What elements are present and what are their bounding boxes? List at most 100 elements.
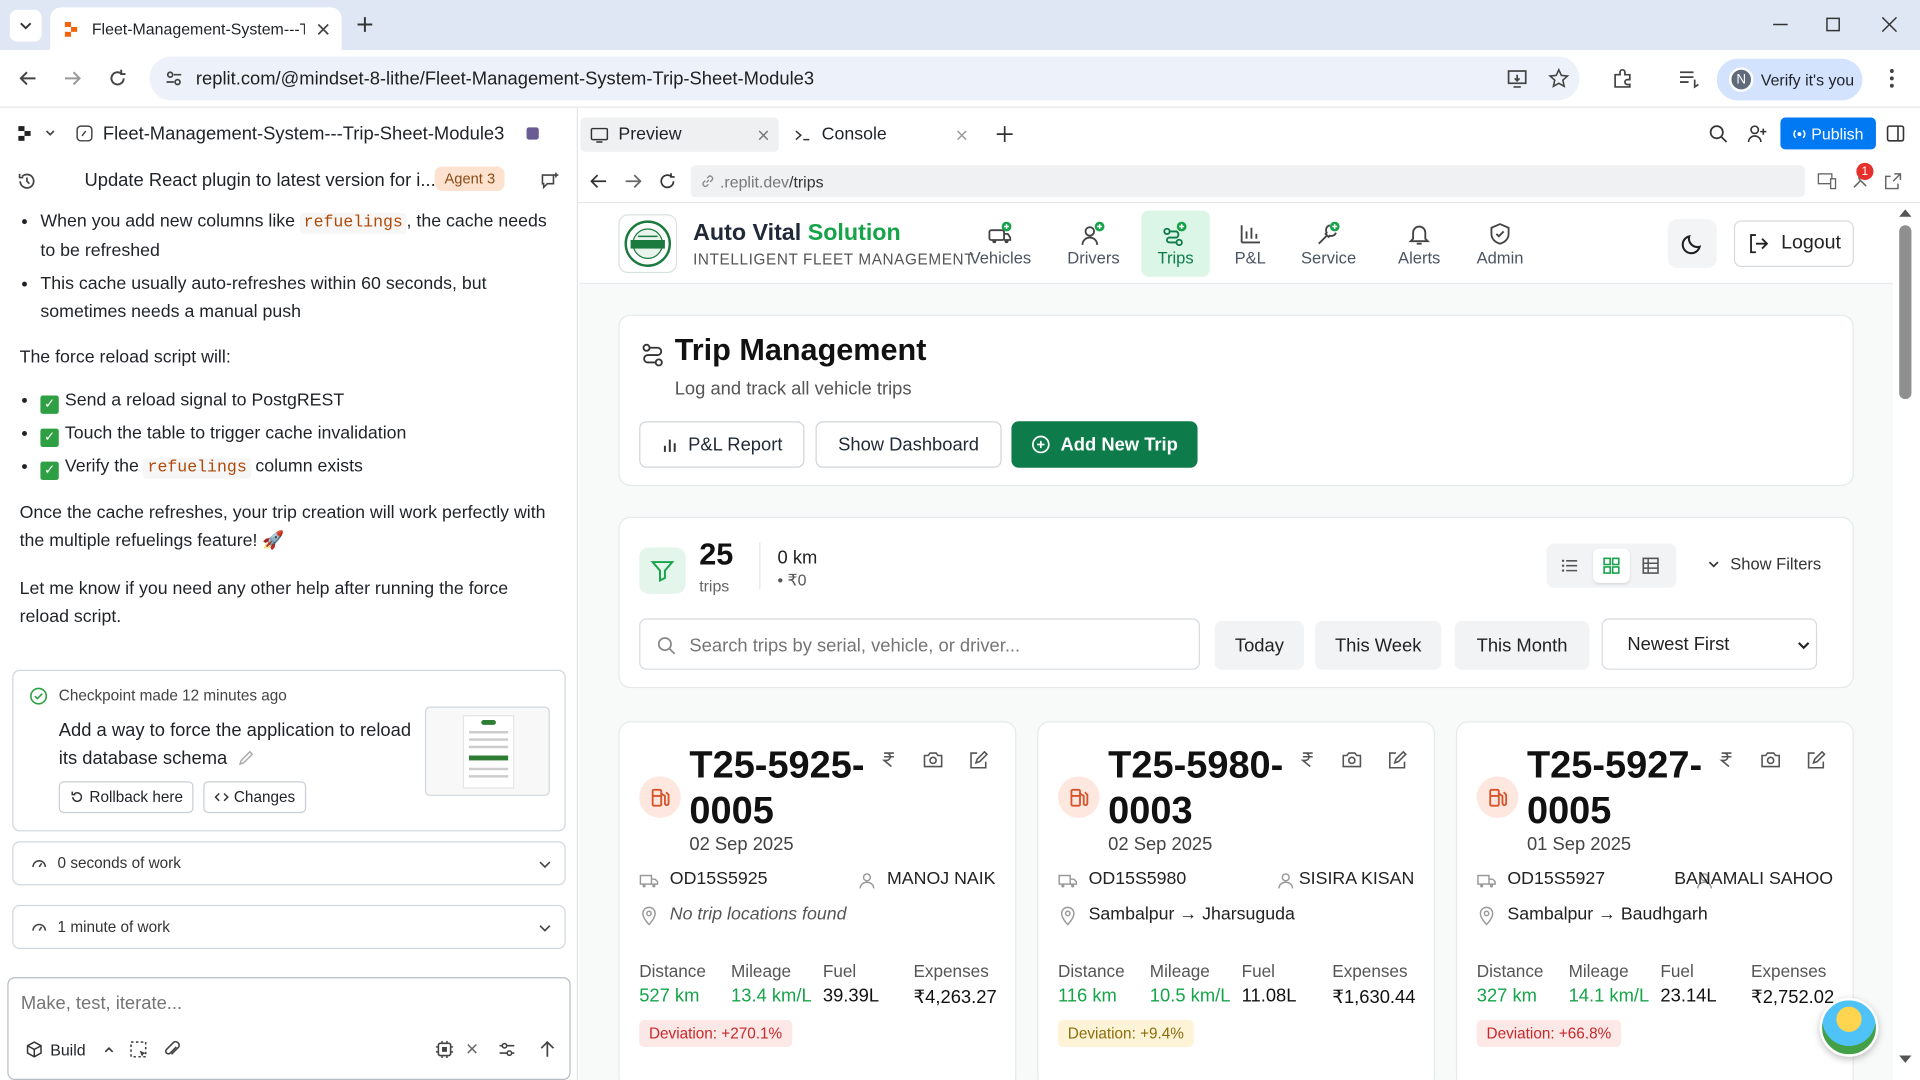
chevron-down-icon[interactable] [44, 127, 56, 139]
scrollbar[interactable] [1893, 203, 1920, 1080]
nav-alerts[interactable]: Alerts [1385, 211, 1454, 277]
search-icon[interactable] [1708, 124, 1728, 144]
rupee-icon[interactable] [1711, 743, 1743, 775]
build-mode-button[interactable]: Build [18, 1035, 122, 1064]
rupee-icon[interactable] [1292, 743, 1324, 775]
nav-trips[interactable]: Trips [1141, 210, 1210, 277]
new-tab-icon[interactable] [355, 15, 375, 35]
settings-sliders-icon[interactable] [497, 1040, 517, 1060]
back-icon[interactable] [15, 65, 42, 92]
tab-preview[interactable]: Preview [580, 117, 779, 152]
tab-console[interactable]: Console [784, 118, 977, 152]
replit-logo-icon[interactable] [17, 125, 34, 142]
close-tab-icon[interactable] [317, 23, 329, 35]
work-summary-1[interactable]: 0 seconds of work [12, 841, 566, 886]
pl-report-button[interactable]: P&L Report [639, 421, 805, 468]
browser-menu-icon[interactable] [1878, 65, 1905, 92]
brand-title: Auto Vital Solution [693, 220, 901, 247]
close-small-icon[interactable] [467, 1043, 478, 1054]
screenshot-select-icon[interactable] [129, 1040, 149, 1060]
nav-vehicles[interactable]: Vehicles [964, 211, 1037, 277]
close-window-icon[interactable] [1882, 17, 1897, 32]
chevron-down-icon[interactable] [538, 857, 553, 872]
nav-pl[interactable]: P&L [1221, 211, 1280, 277]
checkpoint-thumbnail[interactable] [424, 706, 550, 796]
trip-serial-line: T25-5980- [1108, 743, 1284, 787]
open-external-icon[interactable] [1884, 173, 1902, 190]
camera-icon[interactable] [1336, 743, 1368, 775]
stop-icon[interactable] [524, 125, 541, 142]
nav-service[interactable]: Service [1292, 211, 1365, 277]
chevron-down-icon[interactable] [538, 921, 553, 936]
publish-button[interactable]: Publish [1780, 117, 1876, 150]
theme-toggle-button[interactable] [1667, 219, 1717, 269]
add-tab-icon[interactable] [996, 125, 1014, 143]
camera-icon[interactable] [917, 743, 949, 775]
search-input[interactable] [689, 631, 1180, 659]
brand-logo[interactable] [618, 214, 678, 274]
media-control-icon[interactable] [1675, 65, 1702, 92]
profile-verify-chip[interactable]: N Verify it's you [1716, 58, 1863, 101]
site-info-icon[interactable] [164, 69, 184, 89]
send-arrow-icon[interactable] [538, 1040, 558, 1060]
nav-drivers[interactable]: Drivers [1054, 211, 1132, 277]
sort-select[interactable]: Newest First [1601, 618, 1818, 670]
scroll-up-arrow-icon[interactable] [1899, 209, 1912, 217]
close-tab-icon[interactable] [956, 129, 967, 140]
forward-icon[interactable] [59, 65, 86, 92]
scroll-down-arrow-icon[interactable] [1899, 1055, 1912, 1063]
work-summary-2[interactable]: 1 minute of work [12, 904, 566, 949]
reload-icon[interactable] [104, 65, 131, 92]
camera-icon[interactable] [1755, 743, 1787, 775]
filter-this-month[interactable]: This Month [1454, 620, 1590, 670]
back-icon[interactable] [590, 173, 607, 190]
trip-card[interactable]: T25-5925- 0005 02 Sep 2025 OD15S5925 MANOJ N… [618, 721, 1017, 1080]
changes-button[interactable]: Changes [203, 781, 307, 814]
preview-url-field[interactable]: .replit.dev/trips [690, 165, 1805, 198]
rollback-label: Rollback here [89, 788, 183, 806]
nav-admin[interactable]: Admin [1462, 211, 1538, 277]
edit-icon[interactable] [962, 743, 994, 775]
install-app-icon[interactable] [1506, 67, 1528, 89]
tab-search-icon[interactable] [9, 9, 42, 42]
show-filters-button[interactable]: Show Filters [1707, 555, 1821, 573]
trip-card[interactable]: T25-5980- 0003 02 Sep 2025 OD15S5980 SISIRA … [1037, 721, 1436, 1080]
new-chat-icon[interactable] [540, 171, 560, 191]
logout-button[interactable]: Logout [1733, 220, 1854, 267]
browser-tab[interactable]: Fleet-Management-System---Tr [50, 7, 342, 51]
maximize-icon[interactable] [1826, 17, 1841, 32]
attach-icon[interactable] [163, 1040, 183, 1060]
list-view-icon[interactable] [1561, 557, 1578, 574]
nav-label: Drivers [1067, 247, 1120, 267]
history-icon[interactable] [17, 171, 37, 191]
cpu-chip-icon[interactable] [435, 1040, 455, 1060]
edit-icon[interactable] [1800, 743, 1832, 775]
scrollbar-thumb[interactable] [1899, 225, 1912, 400]
extensions-icon[interactable] [1609, 65, 1636, 92]
show-dashboard-button[interactable]: Show Dashboard [815, 421, 1002, 468]
filter-this-week[interactable]: This Week [1315, 620, 1442, 670]
forward-icon[interactable] [624, 173, 642, 190]
table-view-icon[interactable] [1642, 557, 1659, 574]
chat-input[interactable] [20, 988, 548, 1018]
devices-icon[interactable] [1817, 173, 1837, 190]
filter-today[interactable]: Today [1214, 620, 1305, 670]
minimize-icon[interactable] [1773, 17, 1788, 32]
project-name[interactable]: Fleet-Management-System---Trip-Sheet-Mod… [103, 123, 505, 144]
trip-card[interactable]: T25-5927- 0005 01 Sep 2025 OD15S5927 BANAMAL… [1455, 721, 1854, 1080]
trip-date: 01 Sep 2025 [1526, 833, 1632, 855]
add-new-trip-button[interactable]: Add New Trip [1011, 421, 1198, 468]
floating-assistant-avatar[interactable] [1819, 997, 1879, 1057]
rollback-button[interactable]: Rollback here [58, 781, 195, 814]
rupee-icon[interactable] [873, 743, 905, 775]
edit-icon[interactable] [1381, 743, 1413, 775]
edit-pencil-icon[interactable] [237, 749, 254, 766]
reload-icon[interactable] [659, 173, 676, 190]
invite-user-icon[interactable] [1747, 124, 1768, 144]
split-pane-icon[interactable] [1886, 124, 1906, 144]
bookmark-star-icon[interactable] [1548, 67, 1570, 89]
close-tab-icon[interactable] [758, 129, 769, 140]
grid-view-icon[interactable] [1593, 548, 1630, 583]
search-field[interactable] [639, 618, 1201, 670]
address-bar[interactable]: replit.com/@mindset-8-lithe/Fleet-Manage… [149, 56, 1580, 101]
